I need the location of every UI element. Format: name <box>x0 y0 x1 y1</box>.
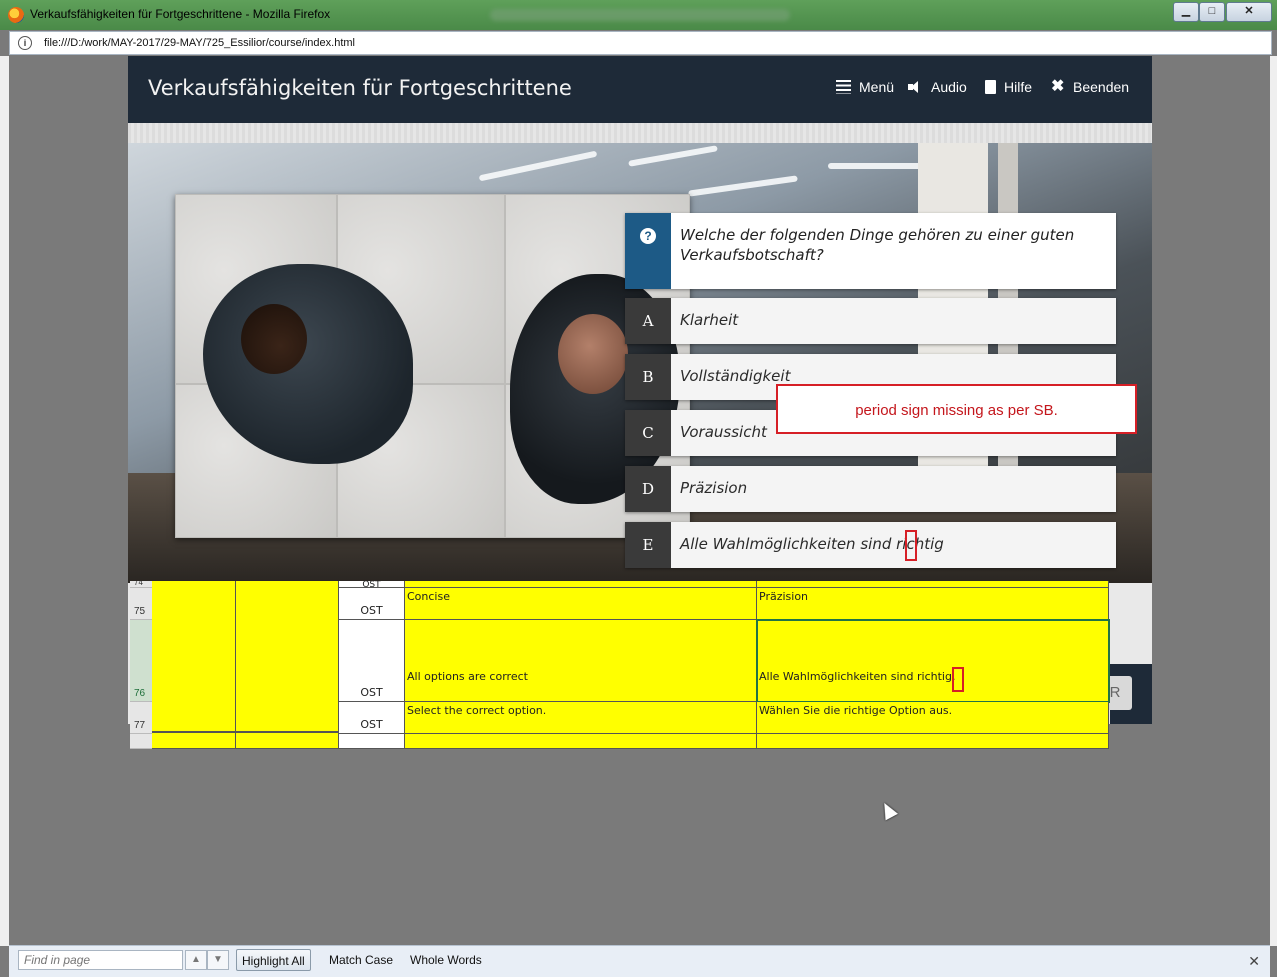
question-icon: ? <box>640 228 656 244</box>
menu-label: Menü <box>859 79 895 95</box>
row-header-selected[interactable]: 76 <box>130 620 152 702</box>
source-cell[interactable]: Select the correct option. <box>405 702 757 734</box>
book-icon <box>985 80 996 94</box>
table-cell[interactable] <box>757 581 1109 588</box>
table-cell[interactable]: OST <box>339 620 405 702</box>
error-highlight-box <box>905 530 917 561</box>
row-header[interactable]: 74 <box>130 581 152 588</box>
firefox-icon <box>8 7 24 23</box>
option-e[interactable]: E Alle Wahlmöglichkeiten sind richtig <box>625 522 1116 568</box>
exit-label: Beenden <box>1073 79 1130 95</box>
exit-button[interactable]: ✖ Beenden <box>1051 78 1130 96</box>
audio-button[interactable]: Audio <box>908 79 967 95</box>
find-next-button[interactable]: ▼ <box>207 950 229 970</box>
source-cell[interactable]: All options are correct <box>405 620 757 702</box>
speaker-icon <box>908 80 923 94</box>
help-button[interactable]: Hilfe <box>985 79 1032 95</box>
table-cell[interactable]: OST <box>339 588 405 620</box>
option-d[interactable]: D Präzision <box>625 466 1116 512</box>
option-letter: D <box>625 466 671 512</box>
table-cell[interactable] <box>236 581 339 732</box>
table-cell[interactable] <box>405 581 757 588</box>
blurred-background-title <box>490 9 790 21</box>
table-cell[interactable]: OST <box>339 702 405 734</box>
option-letter: A <box>625 298 671 344</box>
question-text: Welche der folgenden Dinge gehören zu ei… <box>680 226 1075 264</box>
close-window-button[interactable]: ✕ <box>1226 2 1272 22</box>
review-comment-text: period sign missing as per SB. <box>855 402 1058 419</box>
window-titlebar: Verkaufsfähigkeiten für Fortgeschrittene… <box>0 0 1277 30</box>
maximize-button[interactable]: □ <box>1199 2 1225 22</box>
spreadsheet-overlay: 74 OST 75 OST Concise Präzision 76 OST A… <box>130 581 1110 749</box>
close-icon: ✖ <box>1051 78 1065 95</box>
question-panel: ? Welche der folgenden Dinge gehören zu … <box>625 213 1116 289</box>
table-cell[interactable] <box>339 734 405 749</box>
highlight-all-button[interactable]: Highlight All <box>236 949 311 971</box>
menu-button[interactable]: Menü <box>836 79 894 95</box>
table-cell[interactable]: OST <box>339 581 405 590</box>
target-cell[interactable]: Wählen Sie die richtige Option aus. <box>757 702 1109 734</box>
match-case-button[interactable]: Match Case <box>324 949 398 971</box>
question-bar: ? <box>625 213 671 289</box>
table-cell[interactable] <box>152 581 236 732</box>
find-input[interactable] <box>18 950 183 970</box>
option-text: Voraussicht <box>680 423 767 441</box>
handshake-photo <box>175 194 690 538</box>
row-header[interactable]: 77 <box>130 702 152 734</box>
option-letter: E <box>625 522 671 568</box>
course-header: Verkaufsfähigkeiten für Fortgeschrittene… <box>128 56 1152 123</box>
audio-label: Audio <box>931 79 967 95</box>
table-cell[interactable] <box>405 734 757 749</box>
info-icon[interactable]: i <box>18 36 32 50</box>
table-cell[interactable] <box>152 732 236 749</box>
whole-words-button[interactable]: Whole Words <box>405 949 487 971</box>
review-comment-box: period sign missing as per SB. <box>776 384 1137 434</box>
selected-cell-border <box>756 619 1110 703</box>
window-right-border <box>1270 56 1277 946</box>
option-a[interactable]: A Klarheit <box>625 298 1116 344</box>
course-title: Verkaufsfähigkeiten für Fortgeschrittene <box>148 76 572 100</box>
find-bar: ▲ ▼ Highlight All Match Case Whole Words… <box>9 945 1270 977</box>
target-cell[interactable]: Präzision <box>757 588 1109 620</box>
window-title: Verkaufsfähigkeiten für Fortgeschrittene… <box>30 7 331 21</box>
find-previous-button[interactable]: ▲ <box>185 950 207 970</box>
row-header[interactable]: 75 <box>130 588 152 620</box>
row-header[interactable] <box>130 734 152 749</box>
option-text: Vollständigkeit <box>680 367 791 385</box>
option-letter: B <box>625 354 671 400</box>
header-strip <box>128 123 1152 143</box>
close-find-bar-icon[interactable]: ✕ <box>1248 953 1260 970</box>
table-cell[interactable] <box>236 732 339 749</box>
minimize-button[interactable]: ▁ <box>1173 2 1199 22</box>
option-text: Klarheit <box>680 311 739 329</box>
source-cell[interactable]: Concise <box>405 588 757 620</box>
window-left-border <box>0 56 9 946</box>
error-highlight-box <box>952 667 964 692</box>
url-text[interactable]: file:///D:/work/MAY-2017/29-MAY/725_Essi… <box>44 37 355 49</box>
menu-icon <box>836 80 851 94</box>
table-cell[interactable] <box>757 734 1109 749</box>
option-text: Präzision <box>680 479 748 497</box>
url-bar[interactable]: i file:///D:/work/MAY-2017/29-MAY/725_Es… <box>9 31 1272 55</box>
help-label: Hilfe <box>1004 79 1033 95</box>
option-letter: C <box>625 410 671 456</box>
mouse-cursor <box>878 799 898 821</box>
